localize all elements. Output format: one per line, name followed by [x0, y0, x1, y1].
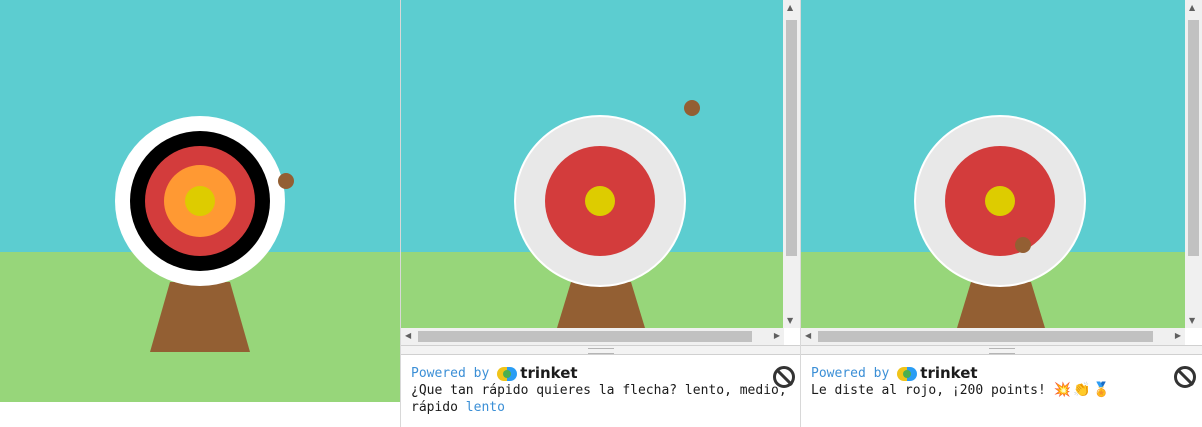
horizontal-scrollbar[interactable]: ◀ ▶ — [401, 328, 784, 345]
vertical-scrollbar[interactable]: ▲ ▼ — [783, 0, 800, 328]
trinket-mark — [497, 366, 518, 381]
game-panel-2: ▲ ▼ ◀ ▶ Powered by trinket ¿Que tan rápi… — [400, 0, 800, 427]
console-text: rápido — [411, 400, 466, 415]
trinket-wordmark: trinket — [920, 364, 978, 382]
trinket-mark — [897, 366, 918, 381]
scroll-thumb[interactable] — [1188, 20, 1199, 256]
grip-icon — [988, 348, 1015, 354]
scroll-thumb[interactable] — [818, 331, 1153, 342]
scroll-thumb[interactable] — [786, 20, 797, 256]
powered-by-label: Powered by — [411, 366, 490, 381]
arrow — [1015, 237, 1031, 253]
archery-canvas-1[interactable] — [0, 0, 400, 402]
console-output: Powered by trinket ¿Que tan rápido quier… — [401, 355, 800, 427]
horizontal-scrollbar[interactable]: ◀ ▶ — [801, 328, 1185, 345]
scroll-left-icon[interactable]: ◀ — [405, 331, 411, 340]
arrow — [684, 100, 700, 116]
trinket-logo-icon: trinket — [497, 364, 578, 382]
target-bullseye — [585, 186, 615, 216]
scroll-down-icon[interactable]: ▼ — [1189, 316, 1195, 325]
powered-by-label: Powered by — [811, 366, 890, 381]
target-stand — [150, 282, 250, 352]
console-line-2: rápido lento — [411, 399, 791, 416]
stop-icon[interactable] — [1174, 366, 1196, 388]
resize-handle[interactable] — [401, 345, 800, 355]
console-text: Le diste al rojo, ¡200 points! — [811, 383, 1054, 398]
trinket-logo-icon: trinket — [897, 364, 978, 382]
console-output: Powered by trinket Le diste al rojo, ¡20… — [801, 355, 1202, 427]
scroll-right-icon[interactable]: ▶ — [1175, 331, 1181, 340]
game-panel-1 — [0, 0, 400, 402]
trinket-wordmark: trinket — [520, 364, 578, 382]
scroll-thumb[interactable] — [418, 331, 752, 342]
powered-by[interactable]: Powered by trinket — [811, 365, 1192, 382]
scroll-right-icon[interactable]: ▶ — [774, 331, 780, 340]
target-stand — [557, 282, 645, 328]
console-line-1: ¿Que tan rápido quieres la flecha? lento… — [411, 383, 787, 398]
arrow — [278, 173, 294, 189]
scroll-up-icon[interactable]: ▲ — [1189, 3, 1195, 12]
grip-icon — [588, 348, 614, 354]
target-stand — [957, 282, 1045, 328]
console-user-input: lento — [465, 400, 505, 415]
powered-by[interactable]: Powered by trinket — [411, 365, 791, 382]
emoji-icons: 💥👏🏅 — [1053, 382, 1112, 398]
console-line-1: Le diste al rojo, ¡200 points! 💥👏🏅 — [811, 382, 1192, 399]
target-bullseye — [185, 186, 215, 216]
archery-canvas-3[interactable] — [801, 0, 1185, 328]
vertical-scrollbar[interactable]: ▲ ▼ — [1185, 0, 1202, 328]
archery-canvas-2[interactable] — [401, 0, 784, 328]
target-bullseye — [985, 186, 1015, 216]
scroll-down-icon[interactable]: ▼ — [787, 316, 793, 325]
stop-icon[interactable] — [773, 366, 795, 388]
scroll-up-icon[interactable]: ▲ — [787, 3, 793, 12]
game-panel-3: ▲ ▼ ◀ ▶ Powered by trinket Le diste al r… — [800, 0, 1202, 427]
resize-handle[interactable] — [801, 345, 1202, 355]
scroll-left-icon[interactable]: ◀ — [805, 331, 811, 340]
